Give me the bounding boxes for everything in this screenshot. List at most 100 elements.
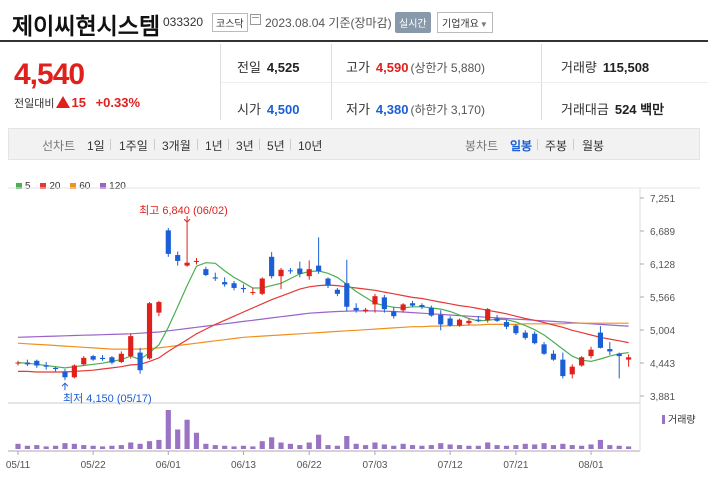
candle-body (569, 366, 575, 375)
date-value: 2023.08.04 (265, 16, 326, 30)
date-suffix: 기준(장마감) (328, 16, 392, 30)
stat-high: 고가 4,590 (상한가 5,880) (346, 57, 485, 76)
candle-body (494, 318, 500, 321)
volume-bar (334, 445, 340, 449)
volume-bar (381, 444, 387, 449)
volume-bar (438, 443, 444, 449)
y-axis: 7,251 6,689 6,128 5,566 5,004 4,443 3,881 (640, 194, 675, 403)
caret-down-icon: ▼ (479, 20, 488, 29)
divider (154, 139, 155, 150)
x-tick-label: 05/22 (81, 460, 106, 471)
stat-open: 시가 4,500 (237, 99, 299, 118)
volume-bar (24, 445, 30, 449)
y-tick-label: 3,881 (650, 392, 675, 403)
volume-bar (325, 445, 331, 449)
volume-bar (81, 445, 87, 449)
candle-body (316, 265, 322, 272)
candle-body (466, 320, 472, 324)
volume-bar (485, 442, 491, 449)
candle-body (522, 332, 528, 338)
period-3m[interactable]: 3개월 (162, 137, 191, 154)
change-percent: +0.33% (95, 95, 141, 110)
period-1y[interactable]: 1년 (205, 137, 223, 154)
volume-bar (400, 443, 406, 449)
period-daily[interactable]: 일봉 (510, 137, 532, 154)
candle-body (118, 353, 124, 362)
candle-body (513, 325, 519, 334)
volume-bar (475, 445, 481, 449)
period-10y[interactable]: 10년 (298, 137, 322, 154)
candle-body (297, 268, 303, 274)
volume-bar (579, 445, 585, 449)
x-tick-label: 07/21 (503, 460, 528, 471)
volume-bar (532, 444, 538, 449)
divider (221, 82, 708, 83)
divider (228, 139, 229, 150)
divider (197, 139, 198, 150)
stat-trade-value: 거래대금 524 백만 (561, 99, 664, 118)
volume-bar (62, 443, 68, 449)
realtime-button[interactable]: 실시간 (395, 12, 431, 33)
candle-body (43, 365, 49, 367)
candle-body (184, 262, 190, 266)
divider (573, 139, 574, 150)
candle-body (607, 349, 613, 352)
candle-body (419, 304, 425, 307)
company-overview-button[interactable]: 기업개요▼ (437, 12, 493, 33)
candle-body (306, 269, 312, 277)
volume-bar (137, 443, 143, 449)
period-weekly[interactable]: 주봉 (545, 137, 567, 154)
x-tick-label: 06/13 (231, 460, 256, 471)
volume-bar (156, 439, 162, 449)
stock-code: 033320 (163, 15, 204, 29)
period-monthly[interactable]: 월봉 (582, 137, 604, 154)
candle-body (428, 307, 434, 316)
current-price: 4,540 (14, 58, 85, 91)
candle-body (550, 353, 557, 360)
candle-body (146, 303, 153, 359)
volume-bar (597, 439, 604, 449)
y-tick-label: 7,251 (650, 194, 675, 205)
stat-value: 4,525 (266, 60, 300, 75)
stat-label: 거래량 (561, 60, 597, 75)
volume-bar (34, 445, 40, 449)
volume-bar (569, 445, 575, 449)
period-3y[interactable]: 3년 (236, 137, 254, 154)
volume-bar (269, 437, 275, 449)
candle-body (52, 367, 59, 370)
candle-body (259, 278, 265, 294)
volume-bar (522, 443, 528, 449)
stock-chart[interactable]: 7,251 6,689 6,128 5,566 5,004 4,443 3,881 05/1… (0, 168, 708, 488)
overview-label: 기업개요 (442, 19, 479, 30)
volume-bar (513, 445, 519, 449)
lower-limit: (하한가 3,170) (410, 103, 485, 117)
volume-bar (306, 442, 312, 449)
volume-bar (409, 445, 416, 449)
volume-bar (203, 443, 209, 449)
candle-body (278, 269, 284, 277)
period-1d[interactable]: 1일 (87, 137, 105, 154)
x-tick-label: 07/12 (438, 460, 463, 471)
volume-bar (362, 445, 369, 449)
volume-bar (372, 442, 378, 449)
candle-body (175, 255, 181, 261)
stat-value: 115,508 (602, 60, 650, 75)
volume-bar (118, 445, 124, 449)
candle-body (287, 270, 294, 272)
x-tick-label: 07/03 (362, 460, 387, 471)
y-tick-label: 6,689 (650, 227, 675, 238)
period-1w[interactable]: 1주일 (119, 137, 148, 154)
candle-body (560, 359, 566, 377)
volume-bar (165, 410, 171, 449)
volume-bar (550, 445, 557, 449)
candle-body (344, 283, 350, 307)
candle-body (597, 332, 604, 348)
candle-body (222, 282, 228, 285)
candle-body (579, 357, 585, 366)
stock-title: 제이씨현시스템 (12, 13, 161, 39)
period-5y[interactable]: 5년 (267, 137, 285, 154)
candle-body (438, 314, 444, 325)
candle-body (81, 357, 87, 365)
candle-body (99, 357, 106, 360)
candle-body (372, 296, 378, 305)
